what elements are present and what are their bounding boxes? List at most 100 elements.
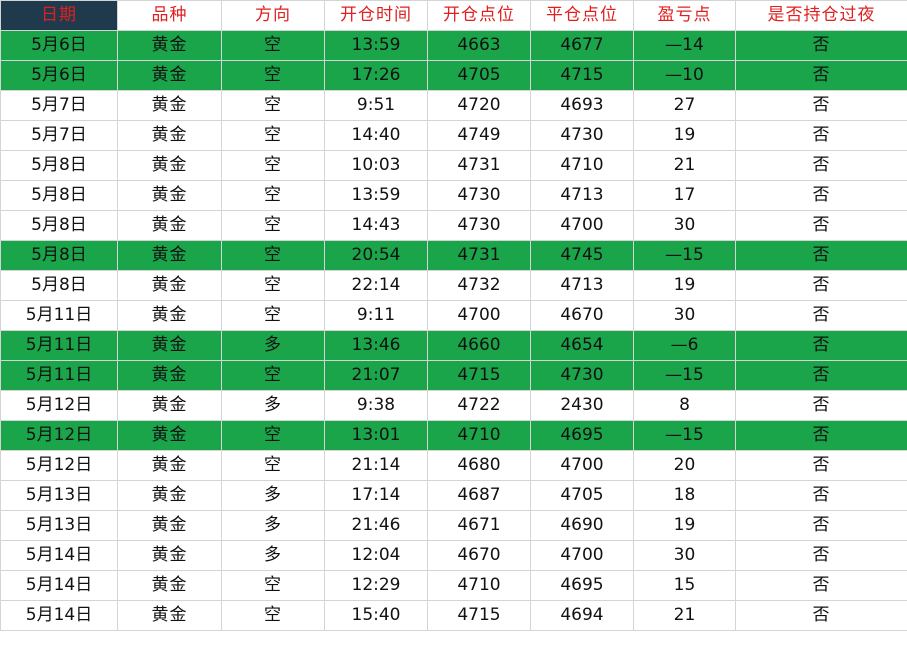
cell-close-price[interactable]: 4715 [530, 60, 634, 91]
cell-pnl[interactable]: 30 [633, 540, 736, 571]
cell-date[interactable]: 5月11日 [0, 300, 118, 331]
cell-open-time[interactable]: 10:03 [324, 150, 428, 181]
cell-product[interactable]: 黄金 [117, 510, 222, 541]
cell-open-time[interactable]: 9:51 [324, 90, 428, 121]
cell-open-price[interactable]: 4715 [427, 360, 531, 391]
cell-product[interactable]: 黄金 [117, 600, 222, 631]
cell-open-time[interactable]: 21:14 [324, 450, 428, 481]
cell-close-price[interactable]: 4693 [530, 90, 634, 121]
cell-overnight[interactable]: 否 [735, 600, 907, 631]
header-product[interactable]: 品种 [117, 0, 222, 31]
cell-pnl[interactable]: 19 [633, 270, 736, 301]
cell-open-price[interactable]: 4732 [427, 270, 531, 301]
cell-date[interactable]: 5月12日 [0, 420, 118, 451]
cell-product[interactable]: 黄金 [117, 540, 222, 571]
cell-direction[interactable]: 空 [221, 180, 325, 211]
cell-open-time[interactable]: 13:59 [324, 30, 428, 61]
cell-close-price[interactable]: 4677 [530, 30, 634, 61]
cell-pnl[interactable]: 21 [633, 150, 736, 181]
cell-overnight[interactable]: 否 [735, 360, 907, 391]
cell-product[interactable]: 黄金 [117, 570, 222, 601]
cell-open-price[interactable]: 4663 [427, 30, 531, 61]
cell-direction[interactable]: 空 [221, 600, 325, 631]
header-open-time[interactable]: 开仓时间 [324, 0, 428, 31]
cell-close-price[interactable]: 4670 [530, 300, 634, 331]
cell-product[interactable]: 黄金 [117, 90, 222, 121]
cell-open-price[interactable]: 4730 [427, 210, 531, 241]
cell-date[interactable]: 5月6日 [0, 30, 118, 61]
cell-date[interactable]: 5月13日 [0, 510, 118, 541]
cell-pnl[interactable]: —15 [633, 240, 736, 271]
cell-open-price[interactable]: 4710 [427, 420, 531, 451]
cell-date[interactable]: 5月8日 [0, 150, 118, 181]
cell-direction[interactable]: 多 [221, 510, 325, 541]
cell-direction[interactable]: 空 [221, 300, 325, 331]
cell-direction[interactable]: 空 [221, 270, 325, 301]
cell-open-time[interactable]: 17:14 [324, 480, 428, 511]
cell-open-time[interactable]: 13:01 [324, 420, 428, 451]
cell-date[interactable]: 5月8日 [0, 270, 118, 301]
cell-date[interactable]: 5月8日 [0, 240, 118, 271]
cell-overnight[interactable]: 否 [735, 390, 907, 421]
cell-pnl[interactable]: 19 [633, 510, 736, 541]
cell-open-time[interactable]: 14:40 [324, 120, 428, 151]
cell-product[interactable]: 黄金 [117, 120, 222, 151]
cell-pnl[interactable]: —10 [633, 60, 736, 91]
cell-open-price[interactable]: 4731 [427, 150, 531, 181]
cell-open-price[interactable]: 4660 [427, 330, 531, 361]
cell-overnight[interactable]: 否 [735, 210, 907, 241]
cell-close-price[interactable]: 4730 [530, 120, 634, 151]
cell-close-price[interactable]: 4713 [530, 180, 634, 211]
cell-date[interactable]: 5月13日 [0, 480, 118, 511]
cell-overnight[interactable]: 否 [735, 540, 907, 571]
cell-date[interactable]: 5月12日 [0, 390, 118, 421]
cell-direction[interactable]: 多 [221, 480, 325, 511]
cell-open-time[interactable]: 14:43 [324, 210, 428, 241]
cell-product[interactable]: 黄金 [117, 390, 222, 421]
cell-pnl[interactable]: 18 [633, 480, 736, 511]
cell-open-price[interactable]: 4710 [427, 570, 531, 601]
header-close-price[interactable]: 平仓点位 [530, 0, 634, 31]
cell-close-price[interactable]: 4700 [530, 210, 634, 241]
header-open-price[interactable]: 开仓点位 [427, 0, 531, 31]
cell-overnight[interactable]: 否 [735, 30, 907, 61]
cell-product[interactable]: 黄金 [117, 30, 222, 61]
cell-product[interactable]: 黄金 [117, 300, 222, 331]
cell-date[interactable]: 5月14日 [0, 600, 118, 631]
cell-close-price[interactable]: 4690 [530, 510, 634, 541]
cell-close-price[interactable]: 4730 [530, 360, 634, 391]
cell-overnight[interactable]: 否 [735, 150, 907, 181]
cell-open-time[interactable]: 12:29 [324, 570, 428, 601]
cell-direction[interactable]: 空 [221, 240, 325, 271]
cell-direction[interactable]: 空 [221, 210, 325, 241]
cell-close-price[interactable]: 4695 [530, 570, 634, 601]
cell-pnl[interactable]: 21 [633, 600, 736, 631]
cell-overnight[interactable]: 否 [735, 330, 907, 361]
cell-product[interactable]: 黄金 [117, 480, 222, 511]
cell-product[interactable]: 黄金 [117, 330, 222, 361]
cell-overnight[interactable]: 否 [735, 510, 907, 541]
cell-product[interactable]: 黄金 [117, 240, 222, 271]
cell-product[interactable]: 黄金 [117, 150, 222, 181]
cell-pnl[interactable]: 19 [633, 120, 736, 151]
cell-date[interactable]: 5月8日 [0, 210, 118, 241]
cell-open-time[interactable]: 15:40 [324, 600, 428, 631]
cell-direction[interactable]: 空 [221, 420, 325, 451]
cell-open-time[interactable]: 17:26 [324, 60, 428, 91]
cell-open-price[interactable]: 4730 [427, 180, 531, 211]
cell-open-price[interactable]: 4720 [427, 90, 531, 121]
cell-date[interactable]: 5月8日 [0, 180, 118, 211]
cell-pnl[interactable]: 30 [633, 210, 736, 241]
cell-product[interactable]: 黄金 [117, 420, 222, 451]
cell-overnight[interactable]: 否 [735, 420, 907, 451]
cell-date[interactable]: 5月7日 [0, 90, 118, 121]
cell-open-price[interactable]: 4749 [427, 120, 531, 151]
cell-date[interactable]: 5月14日 [0, 570, 118, 601]
cell-product[interactable]: 黄金 [117, 60, 222, 91]
cell-pnl[interactable]: 27 [633, 90, 736, 121]
cell-pnl[interactable]: —15 [633, 420, 736, 451]
cell-open-price[interactable]: 4715 [427, 600, 531, 631]
cell-pnl[interactable]: 8 [633, 390, 736, 421]
cell-direction[interactable]: 空 [221, 570, 325, 601]
cell-direction[interactable]: 多 [221, 540, 325, 571]
